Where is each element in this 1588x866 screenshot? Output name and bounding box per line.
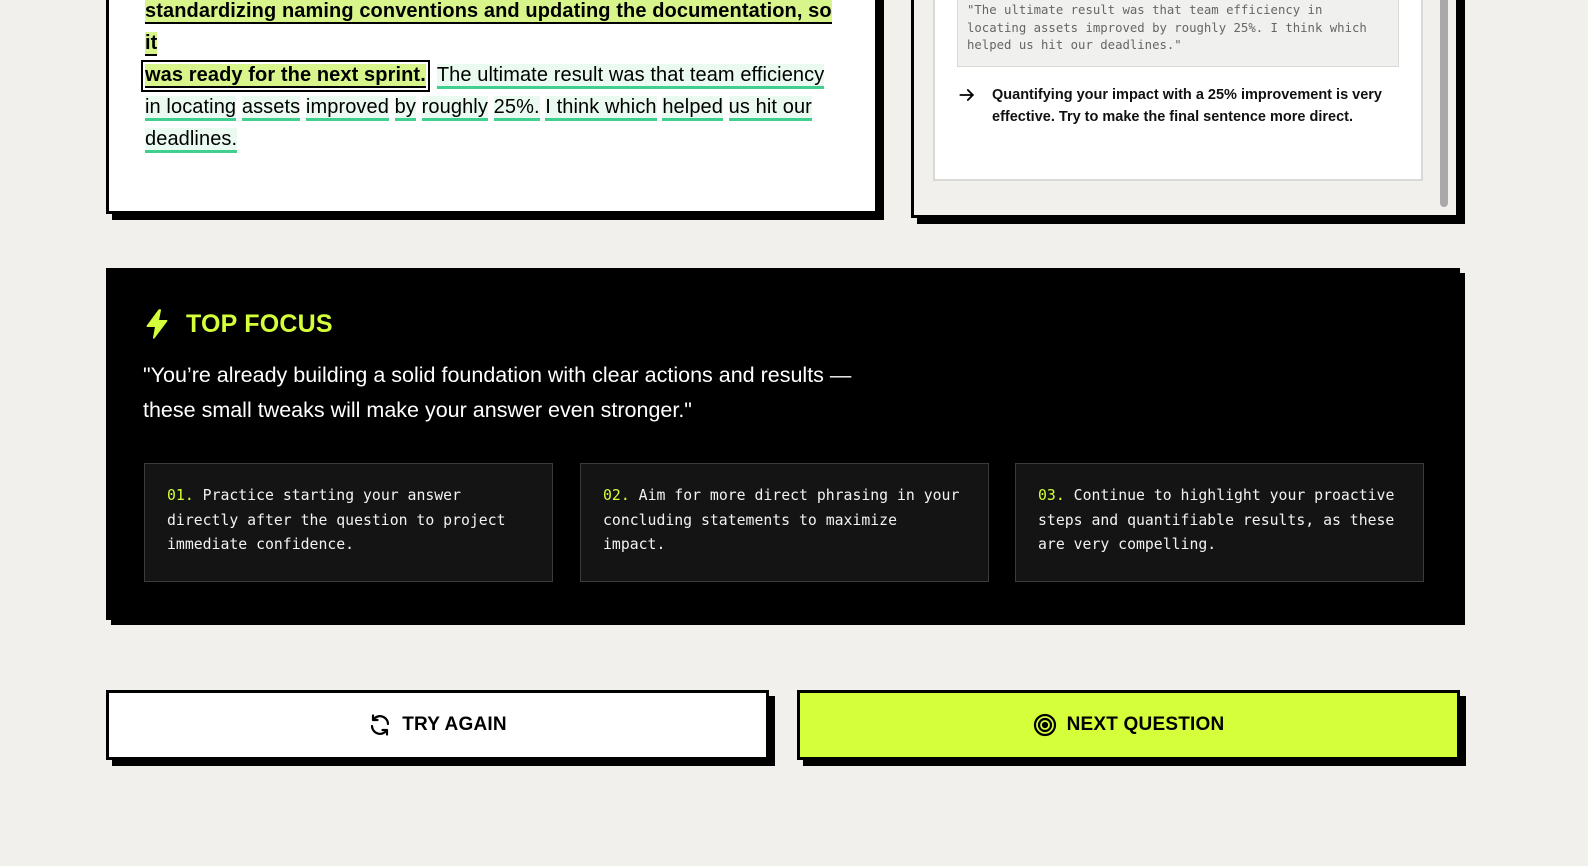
focus-item: 01. Practice starting your answer direct… xyxy=(144,463,553,582)
focus-item-number: 03. xyxy=(1038,487,1065,504)
answer-text: standardizing naming conventions and upd… xyxy=(141,0,845,155)
focus-item-text: Continue to highlight your proactive ste… xyxy=(1038,487,1395,553)
underlined-phrase[interactable]: deadlines. xyxy=(145,128,238,153)
next-question-button[interactable]: NEXT QUESTION xyxy=(797,690,1460,760)
focus-item: 03. Continue to highlight your proactive… xyxy=(1015,463,1424,582)
underlined-phrase[interactable]: by xyxy=(394,96,416,121)
answer-card: standardizing naming conventions and upd… xyxy=(106,0,878,214)
try-again-label: TRY AGAIN xyxy=(402,714,507,735)
underlined-phrase[interactable]: helped xyxy=(662,96,723,121)
refresh-icon xyxy=(371,714,390,736)
underlined-phrase[interactable]: assets xyxy=(241,96,301,121)
bolt-icon xyxy=(146,309,168,339)
quoted-answer: "The ultimate result was that team effic… xyxy=(957,0,1399,67)
top-focus-section: TOP FOCUS "You’re already building a sol… xyxy=(106,268,1460,620)
underlined-phrase[interactable]: improved xyxy=(305,96,389,121)
underlined-phrase[interactable]: us hit our xyxy=(728,96,812,121)
target-icon xyxy=(1033,713,1056,737)
scrollbar[interactable] xyxy=(1440,0,1448,207)
underlined-phrase[interactable]: in locating xyxy=(145,96,237,121)
selected-highlighted-phrase[interactable]: was ready for the next sprint. xyxy=(141,60,430,92)
feedback-card: "The ultimate result was that team effic… xyxy=(933,0,1423,181)
feedback-panel: "The ultimate result was that team effic… xyxy=(911,0,1459,218)
arrow-right-icon xyxy=(959,89,974,101)
underlined-phrase[interactable]: I think which xyxy=(545,96,657,121)
feedback-tip-text: Quantifying your impact with a 25% impro… xyxy=(992,87,1382,125)
underlined-phrase[interactable]: The ultimate result was that team effici… xyxy=(436,64,825,89)
focus-item-number: 01. xyxy=(167,487,194,504)
next-question-label: NEXT QUESTION xyxy=(1066,714,1225,735)
focus-item-number: 02. xyxy=(603,487,630,504)
scrollbar-thumb[interactable] xyxy=(1440,0,1448,207)
focus-item: 02. Aim for more direct phrasing in your… xyxy=(580,463,989,582)
highlighted-text-end: was ready for the next sprint. xyxy=(145,64,426,86)
try-again-button[interactable]: TRY AGAIN xyxy=(106,690,769,760)
underlined-phrase[interactable]: roughly xyxy=(421,96,488,121)
highlighted-text-line: standardizing naming conventions and upd… xyxy=(145,0,832,54)
focus-item-text: Aim for more direct phrasing in your con… xyxy=(603,487,960,553)
focus-item-text: Practice starting your answer directly a… xyxy=(167,487,506,553)
underlined-phrase[interactable]: 25%. xyxy=(493,96,540,121)
top-focus-quote: "You’re already building a solid foundat… xyxy=(143,363,852,422)
highlighted-phrase[interactable]: standardizing naming conventions and upd… xyxy=(145,0,832,56)
top-focus-title: TOP FOCUS xyxy=(186,310,333,338)
